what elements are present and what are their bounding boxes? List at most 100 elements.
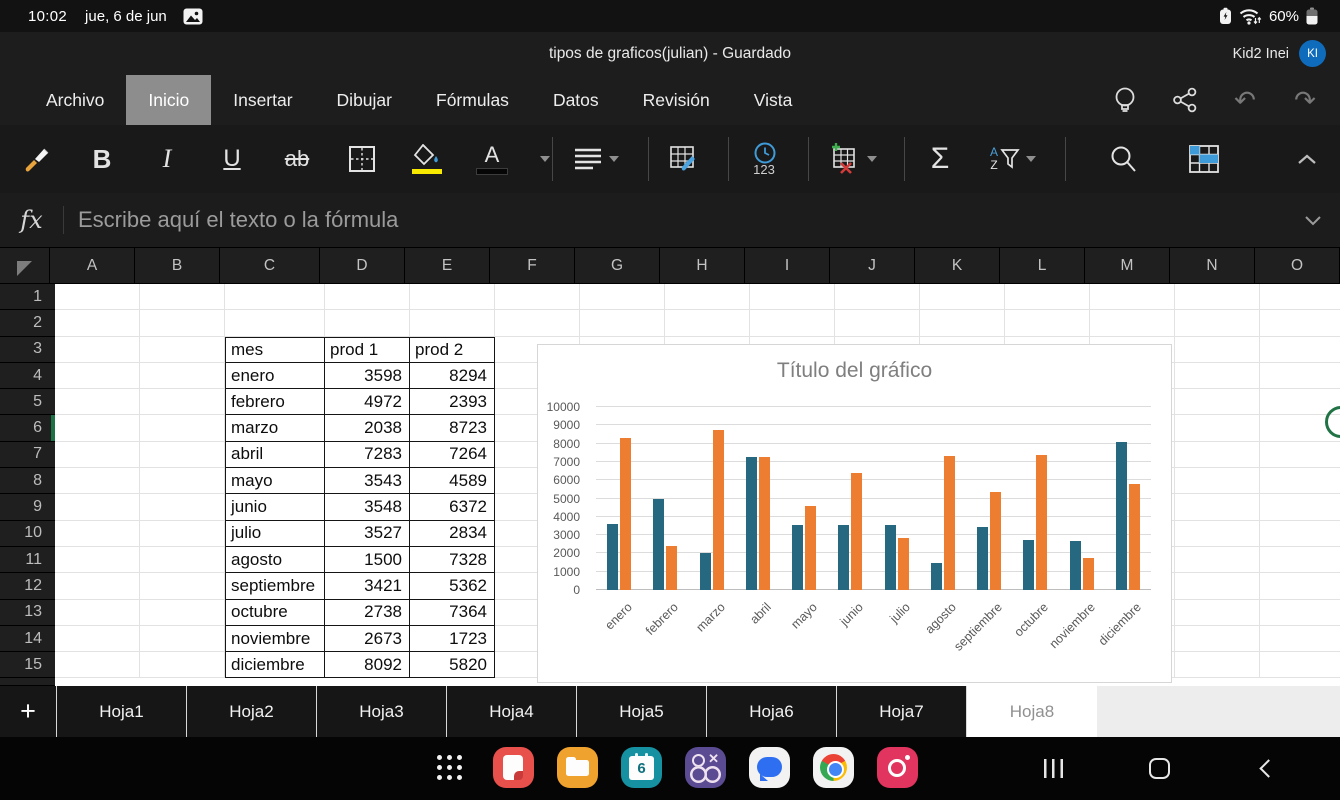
font-color-button[interactable]: A: [469, 133, 515, 185]
sheet-tab-hoja3[interactable]: Hoja3: [317, 686, 447, 737]
grid-cell-C12[interactable]: septiembre: [225, 573, 325, 599]
grid-cell-B14[interactable]: [140, 626, 225, 652]
grid-cell-O9[interactable]: [1260, 494, 1340, 520]
grid-cell-E6[interactable]: 8723: [410, 415, 495, 441]
embedded-bar-chart[interactable]: Título del gráfico 010002000300040005000…: [537, 344, 1172, 683]
grid-cell-E15[interactable]: 5820: [410, 652, 495, 678]
sheet-tab-hoja6[interactable]: Hoja6: [707, 686, 837, 737]
grid-cell-E3[interactable]: prod 2: [410, 337, 495, 363]
grid-cell-B2[interactable]: [140, 310, 225, 336]
column-header-G[interactable]: G: [575, 248, 660, 284]
grid-cell-O1[interactable]: [1260, 284, 1340, 310]
ribbon-tab-insertar[interactable]: Insertar: [211, 75, 314, 125]
grid-cell-A9[interactable]: [55, 494, 140, 520]
grid-cell-D5[interactable]: 4972: [325, 389, 410, 415]
grid-cell-N11[interactable]: [1175, 547, 1260, 573]
grid-cell-C10[interactable]: julio: [225, 521, 325, 547]
grid-cell-A8[interactable]: [55, 468, 140, 494]
grid-cell-C4[interactable]: enero: [225, 363, 325, 389]
grid-cell-E7[interactable]: 7264: [410, 442, 495, 468]
redo-icon[interactable]: ↷: [1288, 83, 1322, 117]
camera-app-icon[interactable]: [877, 747, 918, 788]
grid-cell-D1[interactable]: [325, 284, 410, 310]
grid-cell-L1[interactable]: [1005, 284, 1090, 310]
grid-cell-D10[interactable]: 3527: [325, 521, 410, 547]
grid-cell-O13[interactable]: [1260, 600, 1340, 626]
grid-cell-E12[interactable]: 5362: [410, 573, 495, 599]
account-area[interactable]: Kid2 Inei KI: [1233, 32, 1326, 75]
grid-cell-O7[interactable]: [1260, 442, 1340, 468]
row-header-7[interactable]: 7: [0, 442, 55, 468]
column-header-O[interactable]: O: [1255, 248, 1340, 284]
grid-cell-O4[interactable]: [1260, 363, 1340, 389]
back-icon[interactable]: [1259, 759, 1277, 777]
grid-cell-D12[interactable]: 3421: [325, 573, 410, 599]
insert-delete-cells-button[interactable]: [821, 133, 883, 185]
notes-app-icon[interactable]: [493, 747, 534, 788]
formula-bar-expand-chevron[interactable]: [1304, 215, 1322, 226]
bar-prod-1-diciembre[interactable]: [1116, 442, 1127, 590]
calendar-app-icon[interactable]: 6: [621, 747, 662, 788]
grid-cell-C13[interactable]: octubre: [225, 600, 325, 626]
grid-cell-D9[interactable]: 3548: [325, 494, 410, 520]
column-header-F[interactable]: F: [490, 248, 575, 284]
grid-cell-N5[interactable]: [1175, 389, 1260, 415]
grid-cell-C14[interactable]: noviembre: [225, 626, 325, 652]
select-all-corner[interactable]: [0, 248, 50, 284]
grid-cell-E10[interactable]: 2834: [410, 521, 495, 547]
underline-button[interactable]: U: [209, 133, 255, 185]
grid-cell-A10[interactable]: [55, 521, 140, 547]
ribbon-tab-revisión[interactable]: Revisión: [621, 75, 732, 125]
grid-cell-I2[interactable]: [750, 310, 835, 336]
bar-prod-1-enero[interactable]: [607, 524, 618, 590]
grid-cell-D4[interactable]: 3598: [325, 363, 410, 389]
grid-cell-I1[interactable]: [750, 284, 835, 310]
grid-cell-E14[interactable]: 1723: [410, 626, 495, 652]
grid-cell-B8[interactable]: [140, 468, 225, 494]
grid-cell-K1[interactable]: [920, 284, 1005, 310]
sheet-tab-hoja8[interactable]: Hoja8: [967, 686, 1097, 737]
row-header-13[interactable]: 13: [0, 600, 55, 626]
grid-cell-A4[interactable]: [55, 363, 140, 389]
row-header-2[interactable]: 2: [0, 310, 55, 336]
column-header-N[interactable]: N: [1170, 248, 1255, 284]
grid-cell-C11[interactable]: agosto: [225, 547, 325, 573]
bar-prod-1-julio[interactable]: [885, 525, 896, 590]
my-files-app-icon[interactable]: [557, 747, 598, 788]
grid-cell-E13[interactable]: 7364: [410, 600, 495, 626]
grid-cell-A6[interactable]: [55, 415, 140, 441]
grid-cell-A15[interactable]: [55, 652, 140, 678]
share-icon[interactable]: [1168, 83, 1202, 117]
row-header-6[interactable]: 6: [0, 415, 55, 441]
bar-prod-1-noviembre[interactable]: [1070, 541, 1081, 590]
grid-cell-A1[interactable]: [55, 284, 140, 310]
grid-cell-C15[interactable]: diciembre: [225, 652, 325, 678]
grid-cell-E5[interactable]: 2393: [410, 389, 495, 415]
grid-cell-B6[interactable]: [140, 415, 225, 441]
bar-prod-2-agosto[interactable]: [944, 456, 955, 590]
grid-cell-B1[interactable]: [140, 284, 225, 310]
fill-color-button[interactable]: [404, 133, 450, 185]
grid-cell-C9[interactable]: junio: [225, 494, 325, 520]
lightbulb-icon[interactable]: [1108, 83, 1142, 117]
column-header-D[interactable]: D: [320, 248, 405, 284]
grid-cell-N7[interactable]: [1175, 442, 1260, 468]
freeze-panes-button[interactable]: [1181, 133, 1227, 185]
grid-cell-B10[interactable]: [140, 521, 225, 547]
column-header-L[interactable]: L: [1000, 248, 1085, 284]
row-header-12[interactable]: 12: [0, 573, 55, 599]
bar-prod-2-mayo[interactable]: [805, 506, 816, 590]
sort-filter-button[interactable]: AZ: [982, 133, 1044, 185]
messages-app-icon[interactable]: [749, 747, 790, 788]
grid-cell-E4[interactable]: 8294: [410, 363, 495, 389]
bar-prod-2-noviembre[interactable]: [1083, 558, 1094, 590]
row-header-15[interactable]: 15: [0, 652, 55, 678]
ribbon-tab-fórmulas[interactable]: Fórmulas: [414, 75, 531, 125]
sheet-tab-hoja1[interactable]: Hoja1: [57, 686, 187, 737]
formula-input[interactable]: [64, 193, 1304, 247]
grid-cell-F1[interactable]: [495, 284, 580, 310]
format-painter-button[interactable]: [14, 133, 60, 185]
grid-cell-C8[interactable]: mayo: [225, 468, 325, 494]
grid-cell-O3[interactable]: [1260, 337, 1340, 363]
add-sheet-button[interactable]: +: [0, 686, 57, 737]
